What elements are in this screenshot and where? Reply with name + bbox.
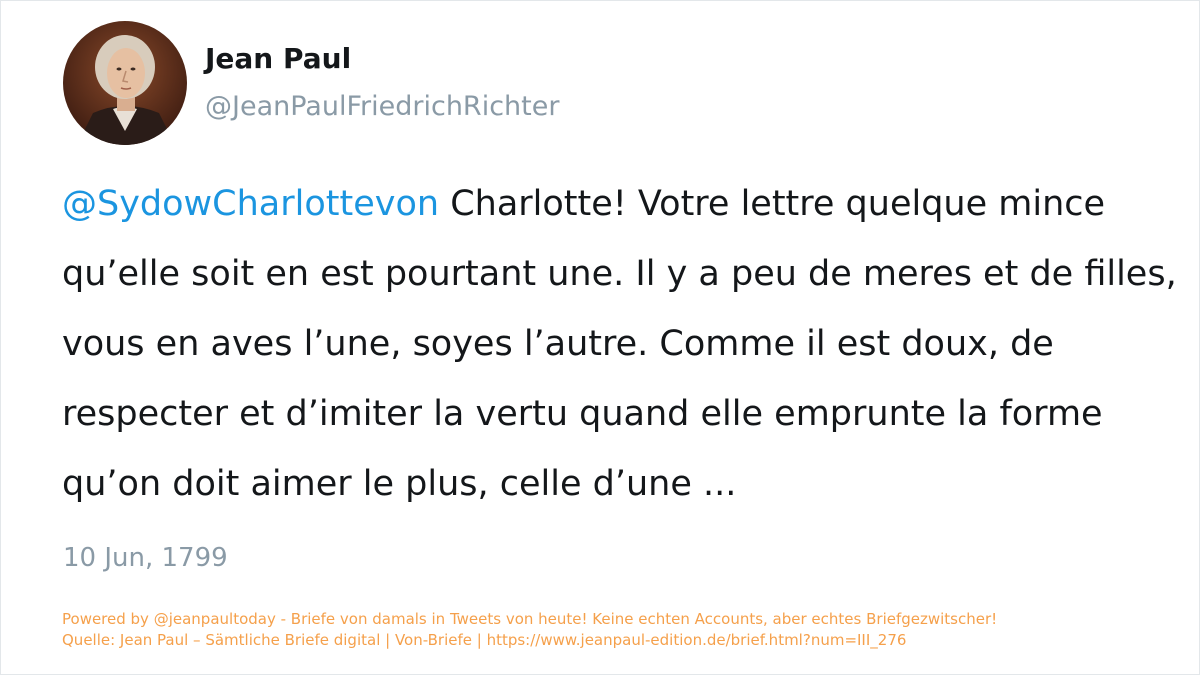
tweet-text: @SydowCharlottevon Charlotte! Votre lett… [62, 169, 1177, 519]
portrait-avatar-icon[interactable] [63, 21, 187, 145]
mention-link[interactable]: @SydowCharlottevon [62, 184, 439, 224]
footer-source: Quelle: Jean Paul – Sämtliche Briefe dig… [62, 631, 907, 649]
tweet-card: Jean Paul @JeanPaulFriedrichRichter @Syd… [0, 0, 1200, 675]
footer-powered-by: Powered by @jeanpaultoday - Briefe von d… [62, 610, 998, 628]
footer: Powered by @jeanpaultoday - Briefe von d… [62, 609, 1172, 651]
profile-name[interactable]: Jean Paul [205, 39, 351, 79]
tweet-date[interactable]: 10 Jun, 1799 [63, 538, 228, 578]
tweet-body: Charlotte! Votre lettre quelque mince qu… [62, 184, 1177, 504]
profile-handle[interactable]: @JeanPaulFriedrichRichter [205, 87, 559, 127]
